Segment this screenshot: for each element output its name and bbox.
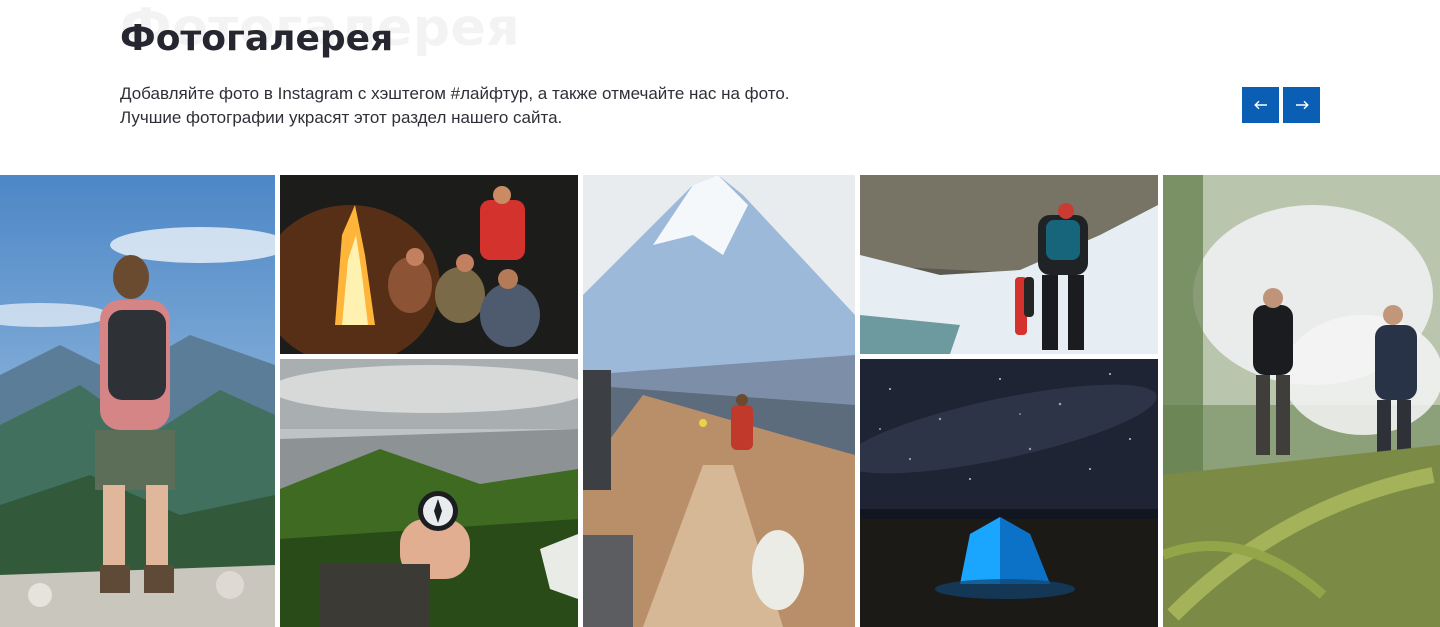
photo-glacier-climbers[interactable] (860, 175, 1158, 354)
photo-tent-under-stars[interactable] (860, 359, 1158, 627)
photo-smoke-forest-men[interactable] (1163, 175, 1440, 627)
photo-volcano-trail[interactable] (583, 175, 855, 627)
photo-hiker-mountain-view[interactable] (0, 175, 275, 627)
gallery-description: Добавляйте фото в Instagram с хэштегом #… (120, 82, 880, 130)
description-line-1: Добавляйте фото в Instagram с хэштегом #… (120, 84, 790, 103)
next-button[interactable] (1283, 87, 1320, 123)
arrow-left-icon (1253, 100, 1267, 110)
photo-compass-in-hand[interactable] (280, 359, 578, 627)
prev-button[interactable] (1242, 87, 1279, 123)
page-title: Фотогалерея (120, 18, 394, 59)
description-line-2: Лучшие фотографии украсят этот раздел на… (120, 108, 563, 127)
photo-campfire-group[interactable] (280, 175, 578, 354)
arrow-right-icon (1295, 100, 1309, 110)
